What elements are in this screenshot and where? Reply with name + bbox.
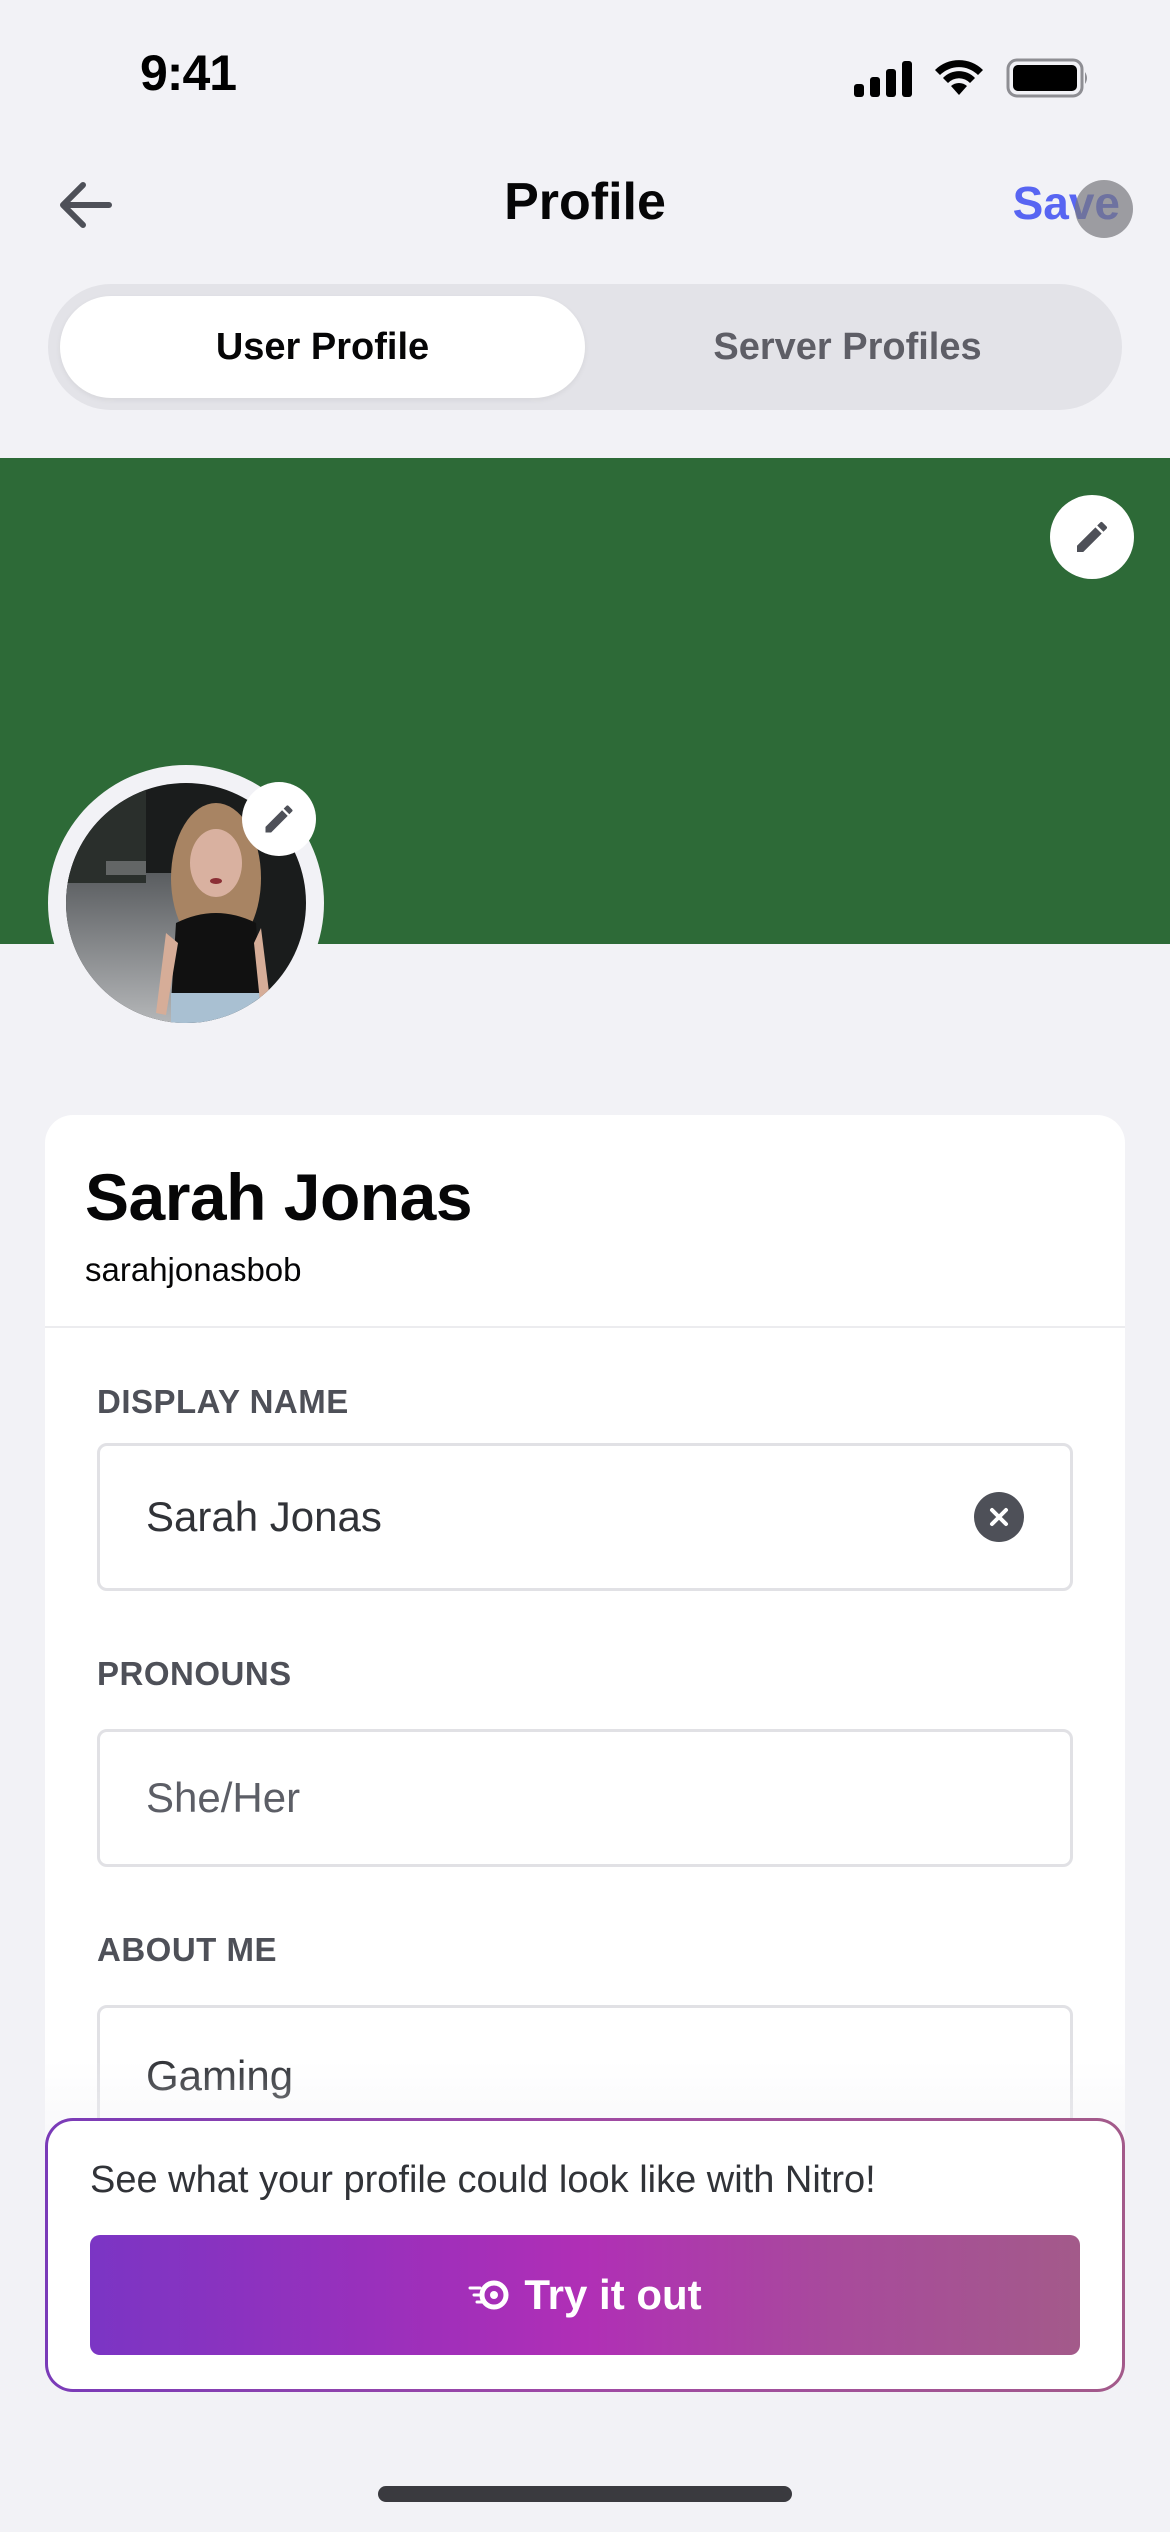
- status-icons: [854, 58, 1090, 98]
- edit-avatar-button[interactable]: [242, 782, 316, 856]
- tab-user-profile[interactable]: User Profile: [60, 296, 585, 398]
- save-button[interactable]: Save: [1013, 176, 1120, 230]
- nav-bar: Profile Save: [0, 150, 1170, 260]
- nitro-icon: [468, 2280, 509, 2310]
- tab-server-profiles[interactable]: Server Profiles: [585, 296, 1110, 398]
- profile-display-name: Sarah Jonas: [85, 1160, 473, 1234]
- nitro-promo-text: See what your profile could look like wi…: [90, 2159, 876, 2201]
- page-title: Profile: [504, 173, 666, 231]
- profile-card: Sarah Jonas sarahjonasbob DISPLAY NAME P…: [45, 1115, 1125, 2215]
- clear-display-name-button[interactable]: [974, 1492, 1024, 1542]
- profile-tabs: User Profile Server Profiles: [48, 284, 1122, 410]
- display-name-label: DISPLAY NAME: [97, 1383, 349, 1420]
- pronouns-field[interactable]: [97, 1729, 1073, 1867]
- try-it-out-button[interactable]: Try it out: [90, 2235, 1080, 2355]
- home-indicator[interactable]: [378, 2486, 792, 2502]
- pronouns-label: PRONOUNS: [97, 1655, 292, 1692]
- try-it-out-label: Try it out: [524, 2271, 702, 2318]
- pencil-icon: [1077, 521, 1107, 552]
- divider: [45, 1326, 1125, 1328]
- cellular-signal-icon: [854, 59, 912, 97]
- clear-circle-icon: [990, 1508, 1008, 1526]
- pronouns-input[interactable]: [146, 1774, 1024, 1822]
- pencil-icon: [265, 805, 293, 833]
- about-me-label: ABOUT ME: [97, 1931, 277, 1968]
- display-name-field[interactable]: [97, 1443, 1073, 1591]
- status-time: 9:41: [140, 45, 237, 101]
- nitro-promo-card: See what your profile could look like wi…: [45, 2118, 1125, 2392]
- profile-username: sarahjonasbob: [85, 1251, 302, 1288]
- display-name-input[interactable]: [146, 1493, 974, 1541]
- status-bar: 9:41: [0, 0, 1170, 140]
- battery-icon: [1006, 58, 1087, 98]
- wifi-icon: [935, 60, 983, 95]
- edit-banner-button[interactable]: [1050, 495, 1134, 579]
